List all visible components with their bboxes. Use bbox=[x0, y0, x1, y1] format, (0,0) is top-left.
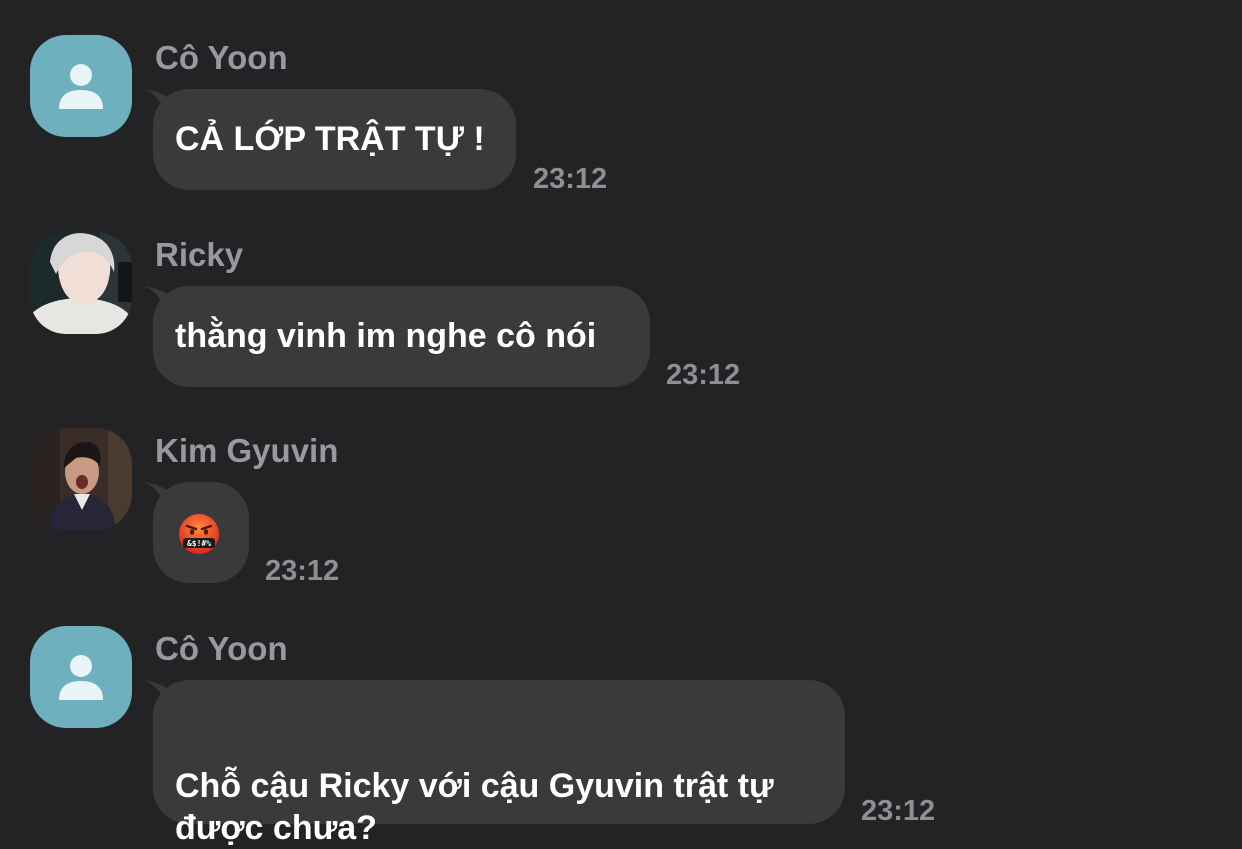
person-icon bbox=[59, 655, 103, 700]
message-text: thằng vinh im nghe cô nói bbox=[175, 317, 597, 355]
profile-photo bbox=[30, 428, 132, 530]
avatar[interactable] bbox=[30, 35, 132, 137]
angry-cursing-face-icon: &$!#% bbox=[179, 514, 219, 554]
avatar[interactable] bbox=[30, 626, 132, 728]
avatar[interactable] bbox=[30, 232, 132, 334]
message-text: CẢ LỚP TRẬT TỰ ! bbox=[175, 120, 485, 158]
sender-name: Kim Gyuvin bbox=[155, 432, 339, 469]
profile-photo bbox=[30, 232, 132, 334]
message-bubble[interactable]: Chỗ cậu Ricky với cậu Gyuvin trật tự đượ… bbox=[153, 680, 845, 847]
message-bubble[interactable]: thằng vinh im nghe cô nói bbox=[153, 286, 650, 387]
message-text-line: Chỗ cậu Ricky với cậu Gyuvin trật tự bbox=[175, 767, 774, 805]
message-text-line: được chưa? bbox=[175, 809, 377, 847]
avatar[interactable] bbox=[30, 428, 132, 530]
person-icon bbox=[59, 64, 103, 109]
sender-name: Ricky bbox=[155, 236, 244, 273]
message-time: 23:12 bbox=[666, 359, 741, 391]
message-time: 23:12 bbox=[861, 795, 936, 827]
emoji-symbols: &$!#% bbox=[187, 539, 211, 548]
message-time: 23:12 bbox=[265, 555, 340, 587]
message-row: Cô Yoon Chỗ cậu Ricky với cậu Gyuvin trậ… bbox=[0, 626, 1242, 847]
sender-name: Cô Yoon bbox=[155, 630, 288, 667]
message-row: Cô Yoon CẢ LỚP TRẬT TỰ ! 23:12 bbox=[0, 35, 1242, 195]
chat-view: Cô Yoon CẢ LỚP TRẬT TỰ ! 23:12 Ricky thằ… bbox=[0, 0, 1242, 847]
message-bubble[interactable]: CẢ LỚP TRẬT TỰ ! bbox=[153, 89, 516, 190]
message-row: Ricky thằng vinh im nghe cô nói 23:12 bbox=[0, 232, 1242, 392]
message-time: 23:12 bbox=[533, 163, 608, 195]
sender-name: Cô Yoon bbox=[155, 39, 288, 76]
message-row: Kim Gyuvin 23:12 bbox=[0, 428, 1242, 588]
